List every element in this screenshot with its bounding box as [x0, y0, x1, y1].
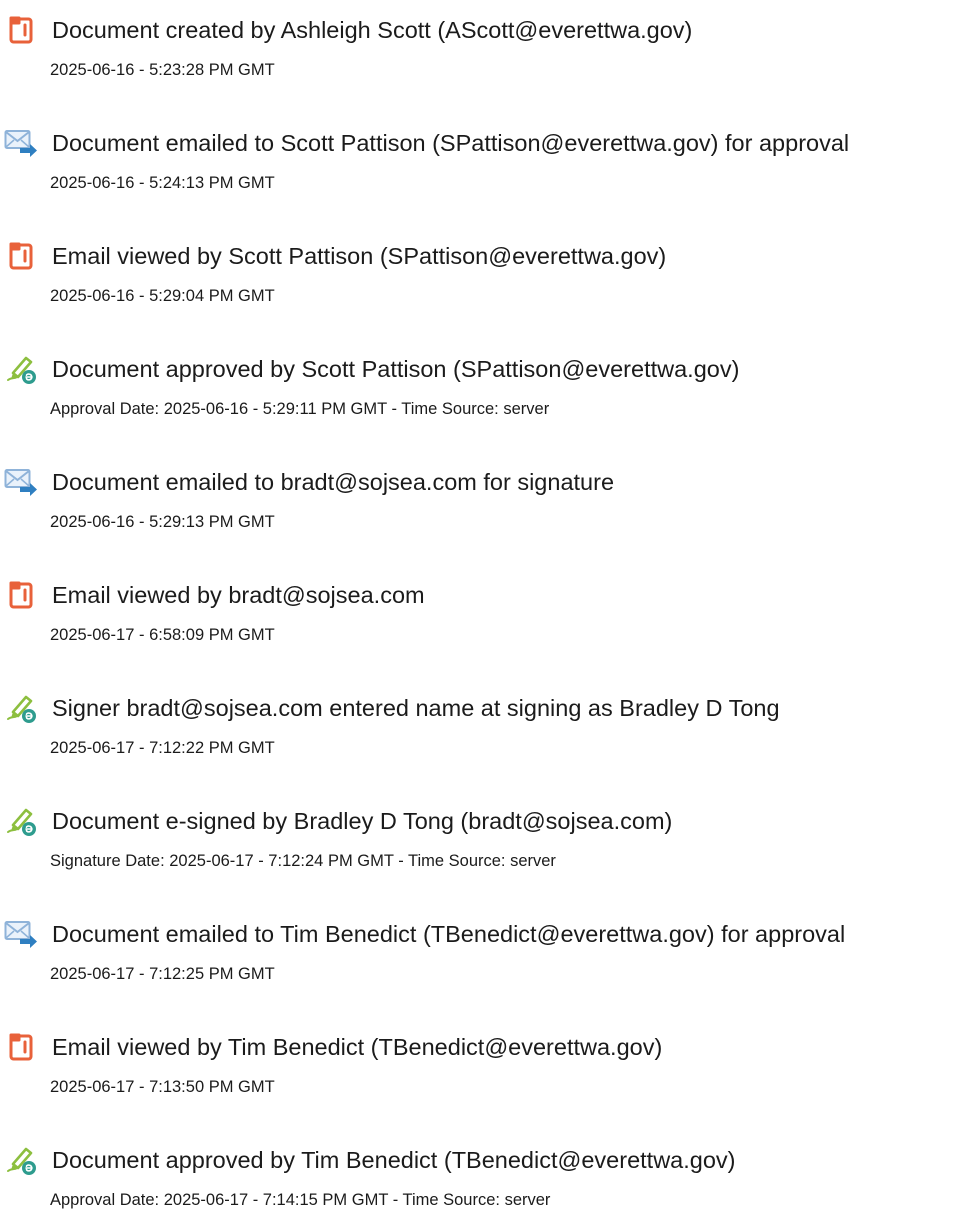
audit-log: Document created by Ashleigh Scott (ASco… — [0, 0, 953, 1226]
entry-timestamp: Approval Date: 2025-06-17 - 7:14:15 PM G… — [50, 1191, 551, 1209]
document-icon — [4, 13, 38, 47]
audit-entry: Document approved by Scott Pattison (SPa… — [0, 352, 953, 432]
audit-entry: Document e-signed by Bradley D Tong (bra… — [0, 804, 953, 884]
audit-entry: Email viewed by bradt@sojsea.com 2025-06… — [0, 578, 953, 658]
entry-title: Document emailed to Tim Benedict (TBened… — [52, 921, 846, 947]
audit-entry: Email viewed by Scott Pattison (SPattiso… — [0, 239, 953, 319]
entry-timestamp: Approval Date: 2025-06-16 - 5:29:11 PM G… — [50, 400, 550, 418]
audit-entry: Document emailed to Scott Pattison (SPat… — [0, 126, 953, 206]
signature-pen-icon — [4, 804, 38, 838]
entry-timestamp: 2025-06-17 - 7:12:22 PM GMT — [50, 739, 275, 757]
entry-title: Document created by Ashleigh Scott (ASco… — [52, 17, 693, 43]
entry-title: Email viewed by Scott Pattison (SPattiso… — [52, 243, 667, 269]
entry-title: Signer bradt@sojsea.com entered name at … — [52, 695, 780, 721]
entry-title: Email viewed by bradt@sojsea.com — [52, 582, 425, 608]
signature-pen-icon — [4, 352, 38, 386]
document-icon — [4, 578, 38, 612]
entry-title: Document approved by Tim Benedict (TBene… — [52, 1147, 736, 1173]
email-sent-icon — [4, 465, 38, 499]
audit-entry: Document created by Ashleigh Scott (ASco… — [0, 13, 953, 93]
email-sent-icon — [4, 917, 38, 951]
entry-title: Document emailed to bradt@sojsea.com for… — [52, 469, 615, 495]
entry-timestamp: 2025-06-17 - 7:13:50 PM GMT — [50, 1078, 275, 1096]
document-icon — [4, 239, 38, 273]
entry-timestamp: 2025-06-17 - 7:12:25 PM GMT — [50, 965, 275, 983]
entry-timestamp: 2025-06-17 - 6:58:09 PM GMT — [50, 626, 275, 644]
signature-pen-icon — [4, 1143, 38, 1177]
audit-entry: Signer bradt@sojsea.com entered name at … — [0, 691, 953, 771]
entry-title: Email viewed by Tim Benedict (TBenedict@… — [52, 1034, 663, 1060]
document-icon — [4, 1030, 38, 1064]
audit-entry: Document emailed to Tim Benedict (TBened… — [0, 917, 953, 997]
audit-entry: Email viewed by Tim Benedict (TBenedict@… — [0, 1030, 953, 1110]
signature-pen-icon — [4, 691, 38, 725]
audit-entry: Document emailed to bradt@sojsea.com for… — [0, 465, 953, 545]
entry-timestamp: Signature Date: 2025-06-17 - 7:12:24 PM … — [50, 852, 556, 870]
audit-entry: Document approved by Tim Benedict (TBene… — [0, 1143, 953, 1223]
entry-timestamp: 2025-06-16 - 5:23:28 PM GMT — [50, 61, 275, 79]
entry-timestamp: 2025-06-16 - 5:24:13 PM GMT — [50, 174, 275, 192]
entry-title: Document e-signed by Bradley D Tong (bra… — [52, 808, 673, 834]
email-sent-icon — [4, 126, 38, 160]
entry-title: Document emailed to Scott Pattison (SPat… — [52, 130, 850, 156]
entry-timestamp: 2025-06-16 - 5:29:13 PM GMT — [50, 513, 275, 531]
entry-timestamp: 2025-06-16 - 5:29:04 PM GMT — [50, 287, 275, 305]
entry-title: Document approved by Scott Pattison (SPa… — [52, 356, 740, 382]
